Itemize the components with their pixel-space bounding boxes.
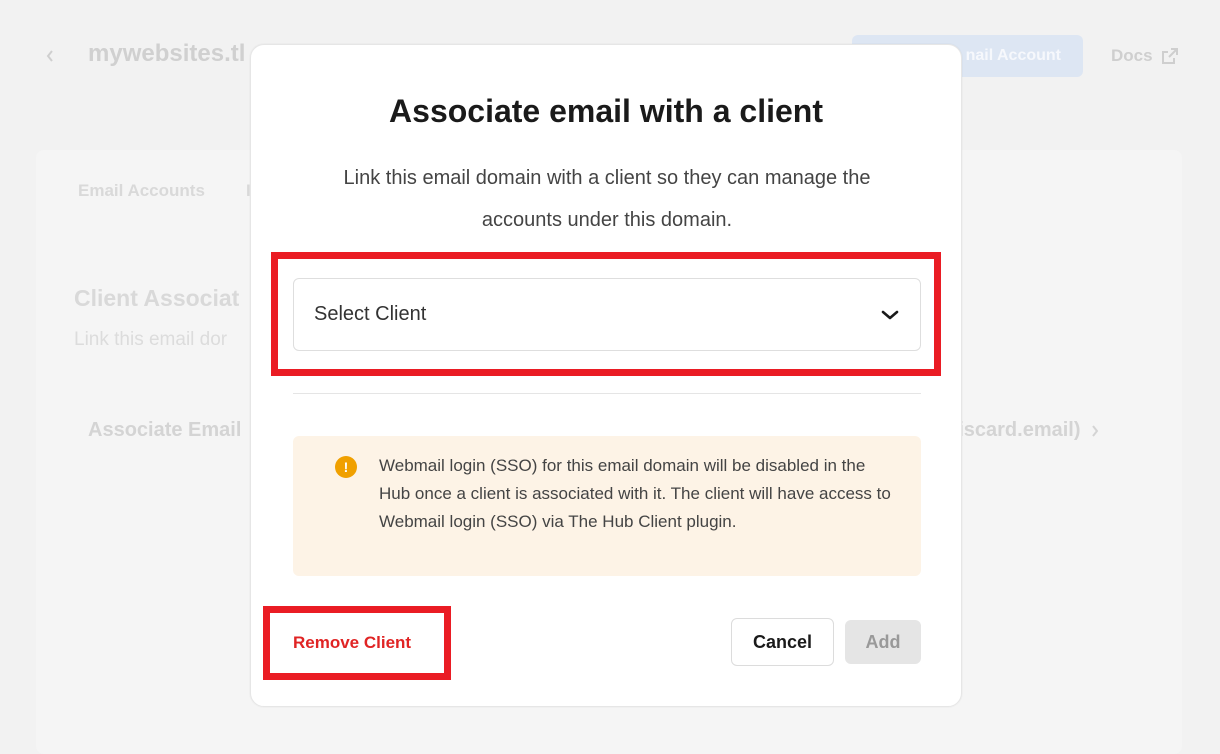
associate-email-value: discard.email) <box>946 419 1081 441</box>
docs-label: Docs <box>1111 46 1153 65</box>
select-client-label: Select Client <box>314 303 427 325</box>
modal-title: Associate email with a client <box>389 93 823 129</box>
associate-email-row-link[interactable]: discard.email) <box>946 419 1099 442</box>
site-title: mywebsites.tl <box>88 40 246 67</box>
external-link-icon <box>1161 48 1178 64</box>
tab-email-accounts[interactable]: Email Accounts <box>78 181 205 201</box>
warning-icon: ! <box>335 456 357 478</box>
select-client-dropdown[interactable]: Select Client <box>293 278 921 351</box>
add-button[interactable]: Add <box>845 620 921 664</box>
remove-client-button[interactable]: Remove Client <box>293 629 411 657</box>
sso-warning-notice: ! Webmail login (SSO) for this email dom… <box>293 436 921 576</box>
modal-description: Link this email domain with a client so … <box>343 167 871 231</box>
associate-email-label: Associate Email <box>88 419 242 441</box>
chevron-right-icon <box>1091 424 1098 437</box>
back-button[interactable] <box>34 40 66 72</box>
associate-client-modal: Associate email with a client Link this … <box>250 44 962 707</box>
cancel-button[interactable]: Cancel <box>731 618 834 666</box>
notice-text: Webmail login (SSO) for this email domai… <box>379 456 891 531</box>
section-description: Link this email dor <box>74 329 228 350</box>
chevron-down-icon <box>880 305 900 325</box>
chevron-left-icon <box>46 50 53 62</box>
docs-link[interactable]: Docs <box>1111 46 1179 66</box>
section-title: Client Associat <box>74 285 240 311</box>
divider <box>293 393 921 394</box>
